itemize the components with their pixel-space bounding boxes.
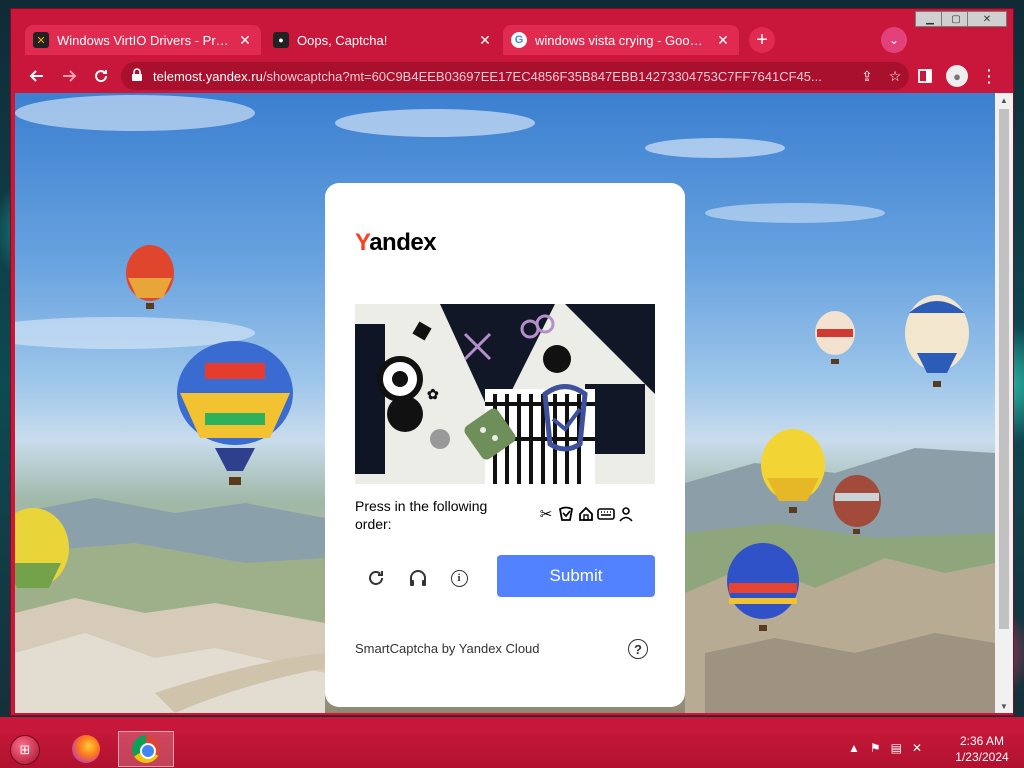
lock-icon [131,67,145,85]
captcha-instruction: Press in the following order: [355,498,488,532]
clock-time: 2:36 AM [959,734,1005,748]
side-panel-button[interactable] [911,62,939,90]
house-icon [577,505,595,523]
tab-proxmox[interactable]: ✕ Windows VirtIO Drivers - Proxmox ✕ [25,25,261,55]
arrow-left-icon [29,70,43,82]
submit-button[interactable]: Submit [497,555,655,597]
volume-muted-icon[interactable]: ✕ [912,741,922,755]
tab-google[interactable]: G windows vista crying - Google Search ✕ [503,25,739,55]
scroll-up-arrow[interactable]: ▲ [995,93,1013,107]
refresh-icon[interactable] [363,565,389,591]
headphones-icon[interactable] [405,565,431,591]
cup-icon [557,505,575,523]
back-button[interactable] [23,62,51,90]
address-bar[interactable]: telemost.yandex.ru/showcaptcha?mt=60C9B4… [121,62,909,90]
firefox-icon [72,735,100,763]
person-icon [617,505,635,523]
flag-icon[interactable]: ⚑ [870,741,881,755]
browser-toolbar: telemost.yandex.ru/showcaptcha?mt=60C9B4… [11,59,1013,93]
tab-title: Oops, Captcha! [297,32,388,48]
keyboard-icon [597,505,615,523]
svg-text:✿: ✿ [427,386,439,402]
order-icons: ✂ [537,505,635,523]
avatar-icon: ● [946,65,968,87]
telemost-icon: ● [273,32,289,48]
system-tray: ▲ ⚑ ▤ ✕ [848,741,922,755]
reload-icon [95,70,108,83]
close-window-button[interactable]: ✕ [967,11,1007,27]
clock-date: 1/23/2024 [955,750,1009,764]
tab-title: Windows VirtIO Drivers - Proxmox [57,32,231,48]
close-icon[interactable]: ✕ [715,32,731,48]
reload-button[interactable] [87,62,115,90]
scissors-icon: ✂ [539,506,553,523]
network-icon[interactable]: ▤ [891,741,902,755]
tab-captcha[interactable]: ● Oops, Captcha! ✕ [265,25,501,55]
close-icon[interactable]: ✕ [477,32,493,48]
scroll-down-arrow[interactable]: ▼ [995,699,1013,713]
forward-button[interactable] [55,62,83,90]
browser-window: ✕ Windows VirtIO Drivers - Proxmox ✕ ● O… [10,8,1014,716]
tab-search-button[interactable]: ⌄ [881,27,907,53]
browser-menu-button[interactable]: ⋮ [975,62,1003,90]
proxmox-icon: ✕ [33,32,49,48]
start-button[interactable]: ⊞ [10,735,40,765]
yandex-logo: Yandex [355,229,437,256]
info-icon[interactable]: i [446,565,472,591]
taskbar: ⊞ ▲ ⚑ ▤ ✕ 2:36 AM 1/23/2024 [0,717,1024,768]
tray-expand-icon[interactable]: ▲ [848,741,860,755]
captcha-image[interactable]: ✿ [355,304,655,484]
profile-button[interactable]: ● [943,62,971,90]
arrow-right-icon [63,70,77,82]
url-text: telemost.yandex.ru/showcaptcha?mt=60C9B4… [153,69,853,84]
new-tab-button[interactable]: + [749,27,775,53]
taskbar-chrome[interactable] [118,731,174,767]
url-path: /showcaptcha?mt=60C9B4EEB03697EE17EC4856… [262,68,822,84]
page-viewport: Yandex ✿ Press in the following order: ✂… [15,93,995,713]
tab-strip: ✕ Windows VirtIO Drivers - Proxmox ✕ ● O… [11,9,1013,59]
side-panel-icon [918,69,932,83]
tab-title: windows vista crying - Google Search [535,32,709,48]
captcha-card: Yandex ✿ Press in the following order: ✂… [325,183,685,707]
bookmark-star-icon[interactable]: ☆ [881,68,909,85]
scroll-thumb[interactable] [999,109,1009,629]
page-scrollbar[interactable]: ▲ ▼ [995,93,1013,713]
clock[interactable]: 2:36 AM 1/23/2024 [952,733,1012,765]
taskbar-firefox[interactable] [58,731,114,767]
chrome-icon [132,735,160,763]
help-icon[interactable]: ? [628,639,648,659]
close-icon[interactable]: ✕ [237,32,253,48]
captcha-puzzle: ✿ [355,304,655,484]
google-icon: G [511,32,527,48]
balloon-shape [126,245,174,309]
url-domain: telemost.yandex.ru [153,68,263,84]
share-icon[interactable]: ⇪ [853,68,881,85]
captcha-footer: SmartCaptcha by Yandex Cloud [355,641,540,656]
